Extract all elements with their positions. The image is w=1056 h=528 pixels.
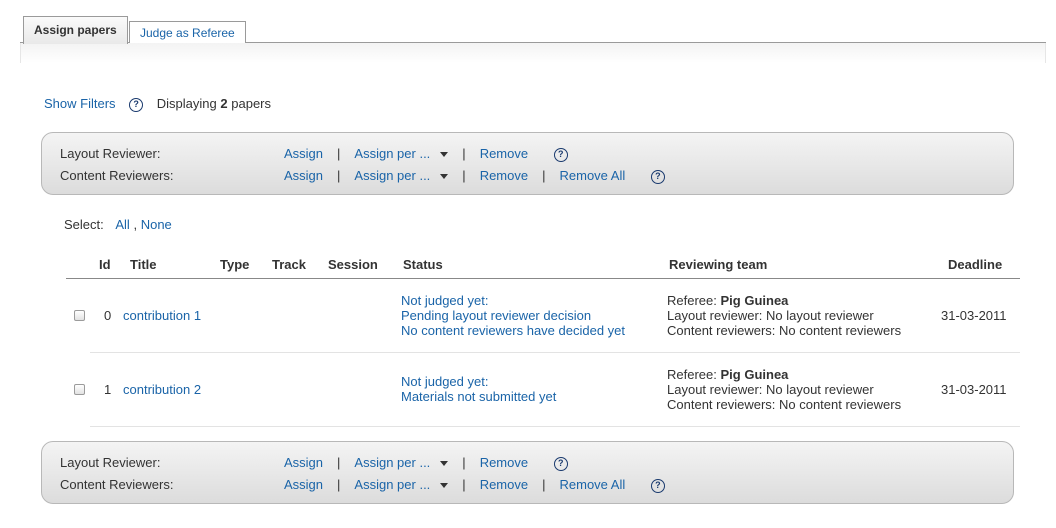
status-line: Not judged yet: [401,293,489,308]
assign-per-content-dropdown[interactable]: Assign per ... [354,168,449,183]
referee-name: Pig Guinea [720,293,789,308]
layout-reviewer-info: Layout reviewer: No layout reviewer [667,308,874,323]
help-icon[interactable]: ? [650,169,665,184]
separator: | [337,455,341,470]
tab-judge-as-referee[interactable]: Judge as Referee [129,21,246,43]
select-label: Select: [64,217,104,232]
dropdown-arrow-icon [440,174,449,180]
papers-table: Id Title Type Track Session Status Revie… [66,256,1020,427]
row-id: 0 [104,308,112,323]
displaying-prefix: Displaying [156,96,217,111]
row-title-link[interactable]: contribution 2 [123,382,201,397]
assign-content-link[interactable]: Assign [284,477,323,492]
help-icon[interactable]: ? [129,97,144,112]
assign-per-label: Assign per ... [354,168,431,183]
separator: | [337,477,341,492]
assign-per-label: Assign per ... [354,477,431,492]
table-row: 1 contribution 2 Not judged yet: Materia… [74,353,1020,427]
separator: | [462,477,466,492]
assign-per-label: Assign per ... [354,146,431,161]
header-id[interactable]: Id [99,257,111,272]
row-reviewing-team: Referee: Pig Guinea Layout reviewer: No … [667,293,901,338]
select-all-link[interactable]: All [115,217,129,232]
help-icon[interactable]: ? [553,147,568,162]
remove-layout-link[interactable]: Remove [480,146,528,161]
row-checkbox[interactable] [74,384,85,395]
layout-reviewer-label: Layout Reviewer: [60,455,161,470]
header-title[interactable]: Title [130,257,157,272]
assign-per-layout-dropdown[interactable]: Assign per ... [354,455,449,470]
row-status: Not judged yet: Pending layout reviewer … [401,293,625,338]
tab-assign-papers[interactable]: Assign papers [23,16,128,44]
header-type[interactable]: Type [220,257,249,272]
separator: | [462,455,466,470]
status-line: Materials not submitted yet [401,389,557,404]
dropdown-arrow-icon [440,461,449,467]
assign-per-layout-dropdown[interactable]: Assign per ... [354,146,449,161]
show-filters-link[interactable]: Show Filters [44,96,116,111]
row-checkbox[interactable] [74,310,85,321]
content-reviewers-label: Content Reviewers: [60,477,174,492]
top-actions-box: Layout Reviewer: Assign | Assign per ... | R… [41,132,1014,195]
assign-per-label: Assign per ... [354,455,431,470]
assign-per-content-dropdown[interactable]: Assign per ... [354,477,449,492]
row-deadline: 31-03-2011 [941,382,1007,397]
row-reviewing-team: Referee: Pig Guinea Layout reviewer: No … [667,367,901,412]
select-line: Select: All , None [64,217,172,232]
displaying-text: Displaying 2 papers [157,96,271,111]
table-row: 0 contribution 1 Not judged yet: Pending… [74,279,1020,353]
header-deadline[interactable]: Deadline [948,257,1002,272]
remove-layout-link[interactable]: Remove [480,455,528,470]
separator: | [337,146,341,161]
select-comma: , [133,217,138,232]
content-reviewers-label: Content Reviewers: [60,168,174,183]
separator: | [337,168,341,183]
filters-line: Show Filters ? Displaying 2 papers [44,96,271,112]
displaying-suffix: papers [231,96,271,111]
content-reviewers-info: Content reviewers: No content reviewers [667,323,902,338]
referee-label: Referee: [667,293,717,308]
tab-bar: Assign papers Judge as Referee [20,16,1046,64]
header-status[interactable]: Status [403,257,443,272]
table-header: Id Title Type Track Session Status Revie… [66,256,1020,279]
dropdown-arrow-icon [440,483,449,489]
header-reviewing-team[interactable]: Reviewing team [669,257,767,272]
select-none-link[interactable]: None [141,217,172,232]
status-line: Not judged yet: [401,374,489,389]
row-deadline: 31-03-2011 [941,308,1007,323]
bottom-actions-box: Layout Reviewer: Assign | Assign per ... | R… [41,441,1014,504]
layout-reviewer-label: Layout Reviewer: [60,146,161,161]
row-id: 1 [104,382,112,397]
referee-name: Pig Guinea [720,367,789,382]
referee-label: Referee: [667,367,717,382]
separator: | [542,168,546,183]
row-title-link[interactable]: contribution 1 [123,308,201,323]
content-reviewers-info: Content reviewers: No content reviewers [667,397,902,412]
separator: | [542,477,546,492]
status-line: Pending layout reviewer decision [401,308,592,323]
remove-content-link[interactable]: Remove [480,477,528,492]
remove-content-link[interactable]: Remove [480,168,528,183]
assign-layout-link[interactable]: Assign [284,146,323,161]
separator: | [462,168,466,183]
dropdown-arrow-icon [440,152,449,158]
help-icon[interactable]: ? [553,456,568,471]
tab-content-shadow [20,43,1046,63]
assign-layout-link[interactable]: Assign [284,455,323,470]
separator: | [462,146,466,161]
assign-content-link[interactable]: Assign [284,168,323,183]
row-status: Not judged yet: Materials not submitted … [401,374,556,404]
layout-reviewer-info: Layout reviewer: No layout reviewer [667,382,874,397]
header-track[interactable]: Track [272,257,306,272]
remove-all-content-link[interactable]: Remove All [560,477,626,492]
help-icon[interactable]: ? [650,478,665,493]
remove-all-content-link[interactable]: Remove All [560,168,626,183]
status-line: No content reviewers have decided yet [401,323,626,338]
paper-count: 2 [220,96,228,111]
header-session[interactable]: Session [328,257,378,272]
